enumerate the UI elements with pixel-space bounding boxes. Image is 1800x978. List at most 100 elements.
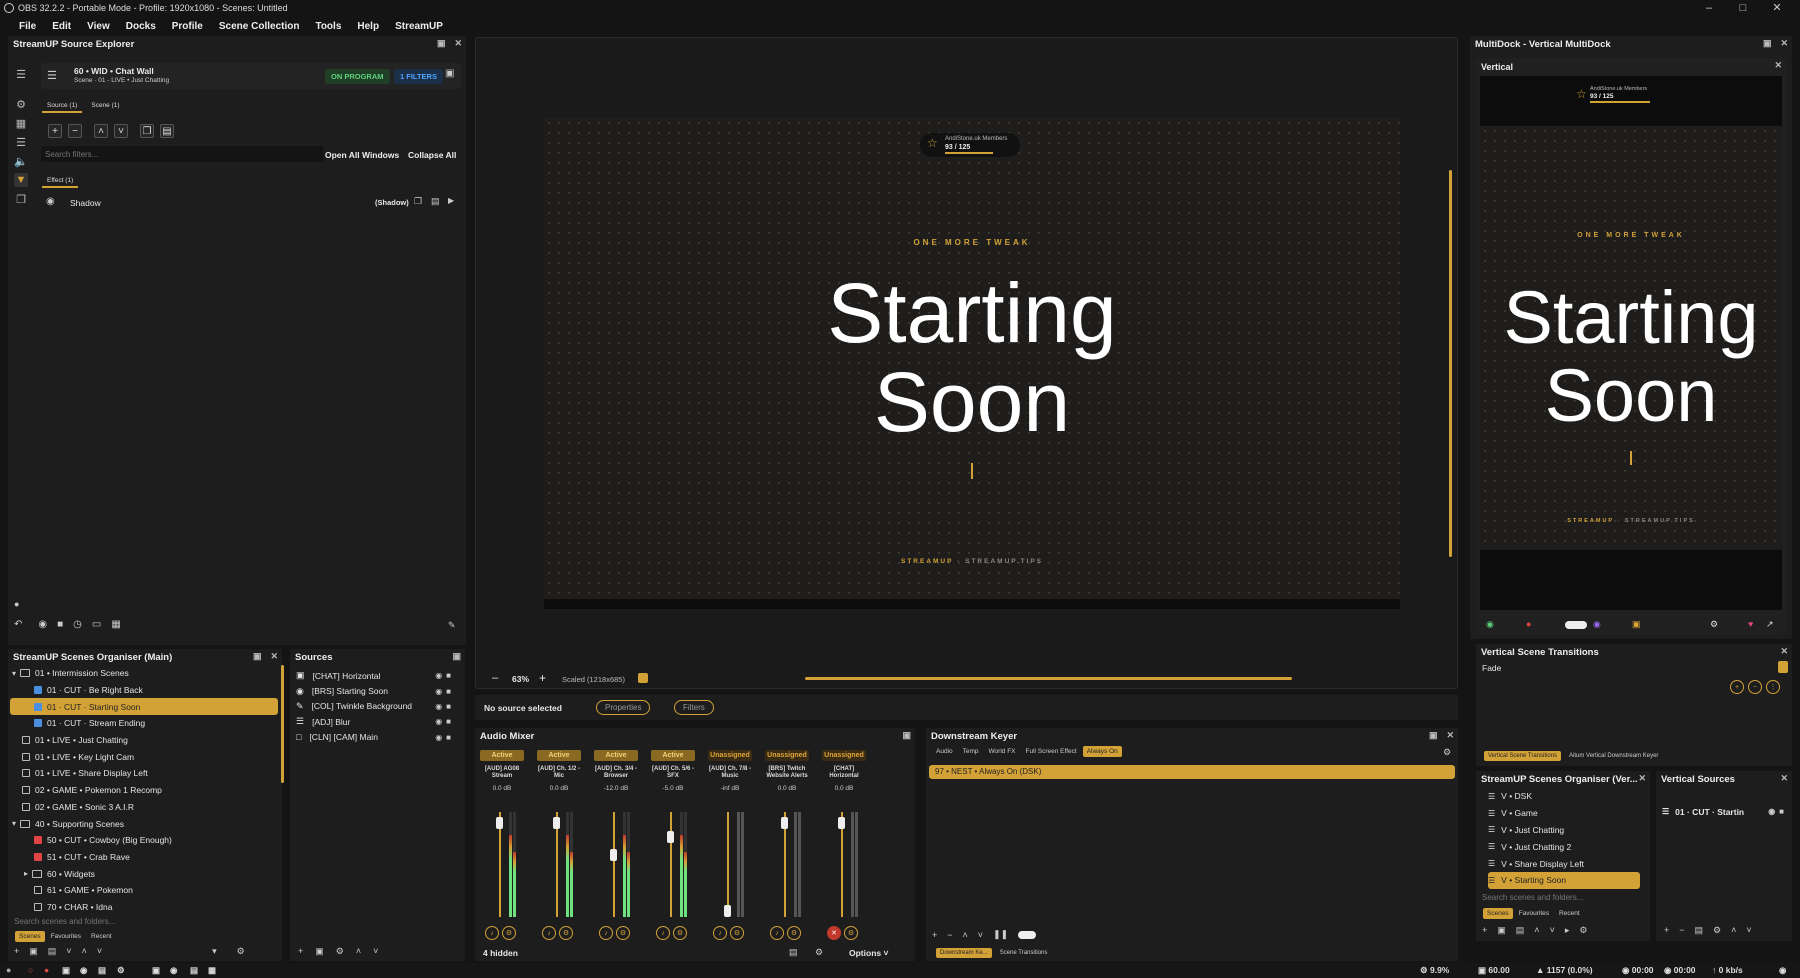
speaker-icon[interactable]: ♪	[542, 926, 556, 940]
down-icon[interactable]: ˅	[373, 946, 378, 957]
vertical-settings-icon[interactable]: ⚙	[1710, 619, 1718, 630]
tab-effect[interactable]: Effect (1)	[42, 175, 79, 188]
close-dock-icon[interactable]: ✕	[1446, 730, 1454, 741]
settings-icon[interactable]: ⚙	[237, 946, 245, 957]
tab-source[interactable]: Source (1)	[42, 100, 83, 113]
scene-row[interactable]: ▾ 01 • Intermission Scenes	[10, 665, 278, 682]
volume-fader-knob[interactable]	[838, 816, 845, 829]
screenshot-status-icon[interactable]: ▣	[152, 965, 160, 976]
list-item[interactable]: ☰ V • DSK	[1488, 788, 1640, 805]
remove-icon[interactable]: −	[1679, 925, 1684, 936]
close-dock-icon[interactable]: ✕	[1780, 646, 1788, 657]
down-icon[interactable]: ˅	[1746, 925, 1751, 936]
muted-speaker-icon[interactable]: ✕	[827, 926, 841, 940]
up-icon[interactable]: ˄	[1534, 925, 1539, 936]
eye-icon[interactable]: ◉	[46, 196, 55, 207]
source-row[interactable]: ☰ [ADJ] Blur ◉■	[296, 714, 461, 729]
add-icon[interactable]: +	[1482, 925, 1487, 936]
float-icon[interactable]: ▣	[437, 38, 446, 49]
eye-lock-icon[interactable]: ◉■	[435, 702, 455, 711]
list-item[interactable]: ☰ V • Just Chatting 2	[1488, 838, 1640, 855]
menu-help[interactable]: Help	[349, 21, 387, 32]
tab-downstream-keyer[interactable]: Downstream Ke...	[936, 948, 992, 958]
chat-icon[interactable]: ●	[14, 599, 19, 609]
chevron-icon[interactable]: ▾	[12, 819, 16, 828]
copy-filter-button[interactable]: ❐	[140, 124, 154, 138]
pause-icon[interactable]: ❚❚	[993, 929, 1008, 940]
scenes-scrollbar[interactable]	[281, 665, 284, 783]
grid-small-icon[interactable]: ▦	[111, 619, 120, 630]
timer-icon[interactable]: ◷	[73, 619, 82, 630]
preview-scrollbar-h[interactable]	[805, 677, 1292, 680]
chevron-icon[interactable]: ▾	[12, 669, 16, 678]
close-dock-icon[interactable]: ✕	[454, 38, 462, 49]
tab-vrecent[interactable]: Recent	[1555, 908, 1584, 919]
dsk-toggle[interactable]	[1018, 930, 1037, 939]
source-row[interactable]: ◉ [BRS] Starting Soon ◉■	[296, 683, 461, 698]
scale-toggle[interactable]	[638, 673, 648, 683]
down-icon[interactable]: ˅	[978, 930, 983, 940]
apps-icon[interactable]: ▦	[208, 965, 216, 976]
float-icon[interactable]: ▣	[1429, 730, 1438, 741]
stream-icon[interactable]: ◉	[1486, 619, 1494, 630]
filter-icon[interactable]: ▤	[1695, 925, 1704, 936]
scene-row[interactable]: 01 · CUT · Be Right Back	[10, 682, 278, 699]
list-item[interactable]: ☰ 01 · CUT · Startin ◉■	[1662, 804, 1788, 819]
speaker-icon[interactable]: ♪	[599, 926, 613, 940]
source-row[interactable]: ✎ [COL] Twinkle Background ◉■	[296, 699, 461, 714]
volume-fader-knob[interactable]	[496, 816, 503, 829]
hamburger-icon[interactable]: ☰	[14, 67, 28, 81]
down-icon[interactable]: ˅	[1550, 925, 1555, 936]
record-status-icon[interactable]: ○	[28, 965, 33, 975]
expand-icon[interactable]: ▶	[448, 196, 454, 205]
scene-row[interactable]: 01 · CUT · Stream Ending	[10, 715, 278, 732]
group-icon[interactable]: ▤	[48, 946, 57, 957]
move-down-button[interactable]: ˅	[114, 124, 128, 138]
scene-row[interactable]: 02 • GAME • Sonic 3 A.I.R	[10, 799, 278, 816]
close-icon[interactable]: ✕	[1760, 0, 1794, 16]
add-transition-button[interactable]: +	[1730, 680, 1744, 694]
close-dock-icon[interactable]: ✕	[1638, 773, 1646, 784]
add-icon[interactable]: +	[1664, 925, 1669, 936]
speaker-icon[interactable]: ♪	[713, 926, 727, 940]
volume-fader-track[interactable]	[727, 812, 729, 917]
dropdown-icon[interactable]: ▾	[212, 946, 217, 957]
tab-dsk-temp[interactable]: Temp	[959, 746, 983, 757]
scene-row[interactable]: 02 • GAME • Pokemon 1 Recomp	[10, 782, 278, 799]
filter-row[interactable]: ◉ Shadow (Shadow) ❐ ▤ ▶	[41, 194, 461, 212]
menu-file[interactable]: File	[0, 21, 44, 32]
grid-icon[interactable]: ▦	[14, 116, 28, 130]
group-icon[interactable]: ▤	[1516, 925, 1525, 936]
close-vertical-icon[interactable]: ✕	[1774, 60, 1782, 71]
layout-icon[interactable]: ▤	[789, 947, 798, 958]
share-icon[interactable]: ▤	[190, 965, 198, 976]
scene-row-selected[interactable]: 01 · CUT · Starting Soon	[10, 698, 278, 716]
channel-settings-icon[interactable]: ⚙	[844, 926, 858, 940]
settings-icon[interactable]: ⚙	[1579, 925, 1587, 936]
close-dock-icon[interactable]: ✕	[1780, 773, 1788, 784]
eye-lock-icon[interactable]: ◉■	[435, 687, 455, 696]
status-settings-icon[interactable]: ⚙	[117, 965, 125, 976]
tab-vscenes[interactable]: Scenes	[1483, 908, 1513, 919]
lock-icon[interactable]: ■	[57, 619, 63, 630]
tab-dsk-fullscreen[interactable]: Full Screen Effect	[1022, 746, 1081, 757]
tab-vfavourites[interactable]: Favourites	[1515, 908, 1553, 919]
zoom-out-button[interactable]: –	[492, 672, 498, 684]
add-icon[interactable]: +	[932, 930, 937, 940]
up-icon[interactable]: ˄	[963, 930, 968, 940]
add-filter-button[interactable]: +	[48, 124, 62, 138]
tab-recent[interactable]: Recent	[87, 931, 116, 942]
transition-select[interactable]: Fade	[1482, 663, 1501, 673]
settings-icon[interactable]: ⚙	[336, 946, 344, 957]
volume-fader-knob[interactable]	[610, 849, 617, 862]
up-icon[interactable]: ˄	[356, 946, 361, 957]
scene-row[interactable]: 01 • LIVE • Just Chatting	[10, 732, 278, 749]
move-up-button[interactable]: ˄	[94, 124, 108, 138]
menu-scene-collection[interactable]: Scene Collection	[211, 21, 308, 32]
filter-search-input[interactable]	[41, 146, 323, 162]
source-row[interactable]: ▣ [CHAT] Horizontal ◉■	[296, 668, 461, 683]
zoom-in-button[interactable]: +	[539, 671, 546, 685]
source-row[interactable]: □ [CLN] [CAM] Main ◉■	[296, 730, 461, 745]
volume-fader-knob[interactable]	[781, 816, 788, 829]
record-icon[interactable]: ●	[1526, 619, 1531, 629]
